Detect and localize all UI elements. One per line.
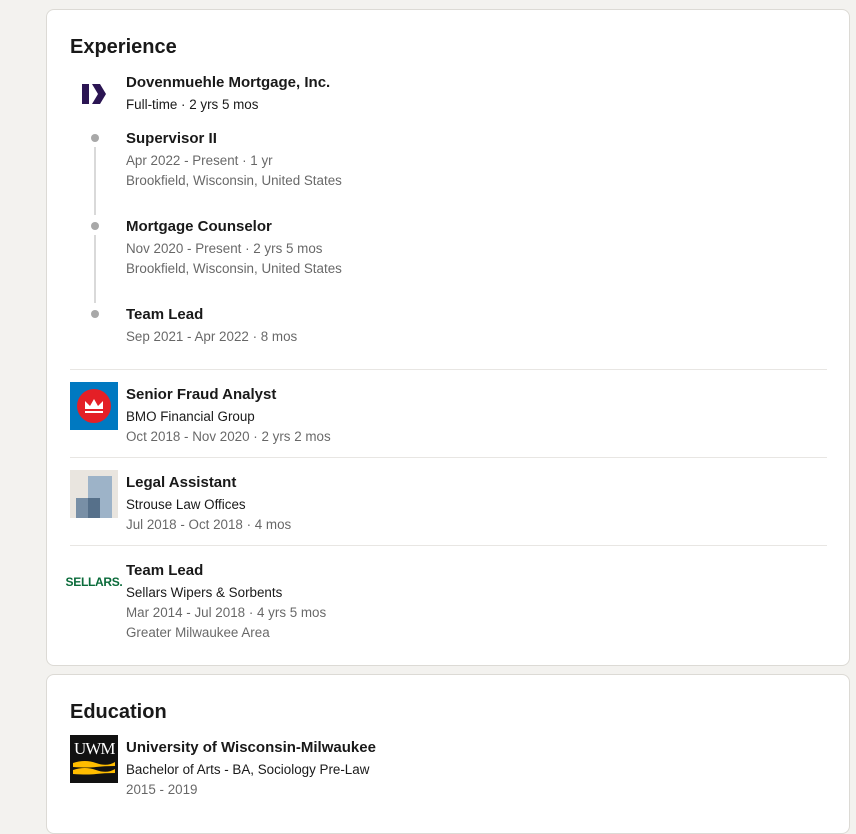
role-dates: Nov 2020 - Present · 2 yrs 5 mos (126, 241, 323, 256)
job-title[interactable]: Team Lead (126, 562, 203, 579)
dovenmuehle-logo-icon[interactable] (70, 70, 118, 118)
divider (70, 457, 827, 458)
job-location: Greater Milwaukee Area (126, 625, 270, 640)
timeline-dot (91, 310, 99, 318)
company-name: Strouse Law Offices (126, 497, 246, 512)
role-dates: Sep 2021 - Apr 2022 · 8 mos (126, 329, 298, 344)
divider (70, 369, 827, 370)
company-name: BMO Financial Group (126, 409, 255, 424)
education-title: Education (70, 701, 167, 723)
degree: Bachelor of Arts - BA, Sociology Pre-Law (126, 762, 370, 777)
divider (70, 545, 827, 546)
uwm-logo-icon[interactable]: UWM (70, 735, 118, 783)
job-dates: Mar 2014 - Jul 2018 · 4 yrs 5 mos (126, 605, 327, 620)
role-location: Brookfield, Wisconsin, United States (126, 173, 342, 188)
company-summary: Full-time · 2 yrs 5 mos (126, 97, 259, 112)
role-title[interactable]: Team Lead (126, 306, 203, 323)
education-section: Education UWM University of Wisconsin-Mi… (46, 674, 850, 834)
timeline-dot (91, 134, 99, 142)
timeline-line (94, 147, 96, 215)
placeholder-company-logo-icon[interactable] (70, 470, 118, 518)
sellars-logo-icon[interactable]: SELLARS. (66, 558, 123, 606)
education-dates: 2015 - 2019 (126, 782, 198, 797)
role-dates: Apr 2022 - Present · 1 yr (126, 153, 273, 168)
sellars-logo-text: SELLARS. (65, 575, 123, 589)
job-dates: Oct 2018 - Nov 2020 · 2 yrs 2 mos (126, 429, 331, 444)
experience-title: Experience (70, 36, 177, 58)
company-name[interactable]: Dovenmuehle Mortgage, Inc. (126, 74, 330, 91)
role-location: Brookfield, Wisconsin, United States (126, 261, 342, 276)
role-title[interactable]: Mortgage Counselor (126, 218, 272, 235)
experience-section: Experience Dovenmuehle Mortgage, Inc. Fu… (46, 9, 850, 666)
job-title[interactable]: Legal Assistant (126, 474, 236, 491)
school-name[interactable]: University of Wisconsin-Milwaukee (126, 739, 376, 756)
timeline-dot (91, 222, 99, 230)
job-title[interactable]: Senior Fraud Analyst (126, 386, 276, 403)
job-dates: Jul 2018 - Oct 2018 · 4 mos (126, 517, 292, 532)
role-title[interactable]: Supervisor II (126, 130, 217, 147)
timeline-line (94, 235, 96, 303)
company-name: Sellars Wipers & Sorbents (126, 585, 283, 600)
bmo-logo-icon[interactable] (70, 382, 118, 430)
